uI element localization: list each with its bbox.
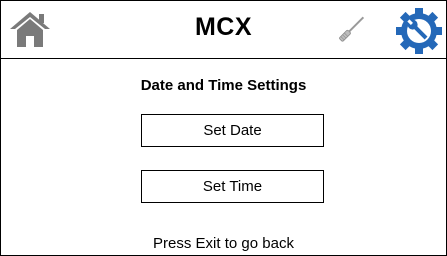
screwdriver-icon xyxy=(339,16,365,42)
exit-hint: Press Exit to go back xyxy=(153,235,294,252)
set-date-button[interactable]: Set Date xyxy=(141,114,324,147)
service-tool-button[interactable] xyxy=(330,8,372,50)
section-heading: Date and Time Settings xyxy=(140,77,307,94)
gear-wrench-icon xyxy=(396,8,442,54)
app-screen: MCX Date and Time Settings Set Date Set … xyxy=(0,0,447,256)
set-time-button[interactable]: Set Time xyxy=(141,170,324,203)
settings-button[interactable] xyxy=(392,3,446,57)
header-bar: MCX xyxy=(1,1,446,59)
app-title: MCX xyxy=(194,13,253,41)
